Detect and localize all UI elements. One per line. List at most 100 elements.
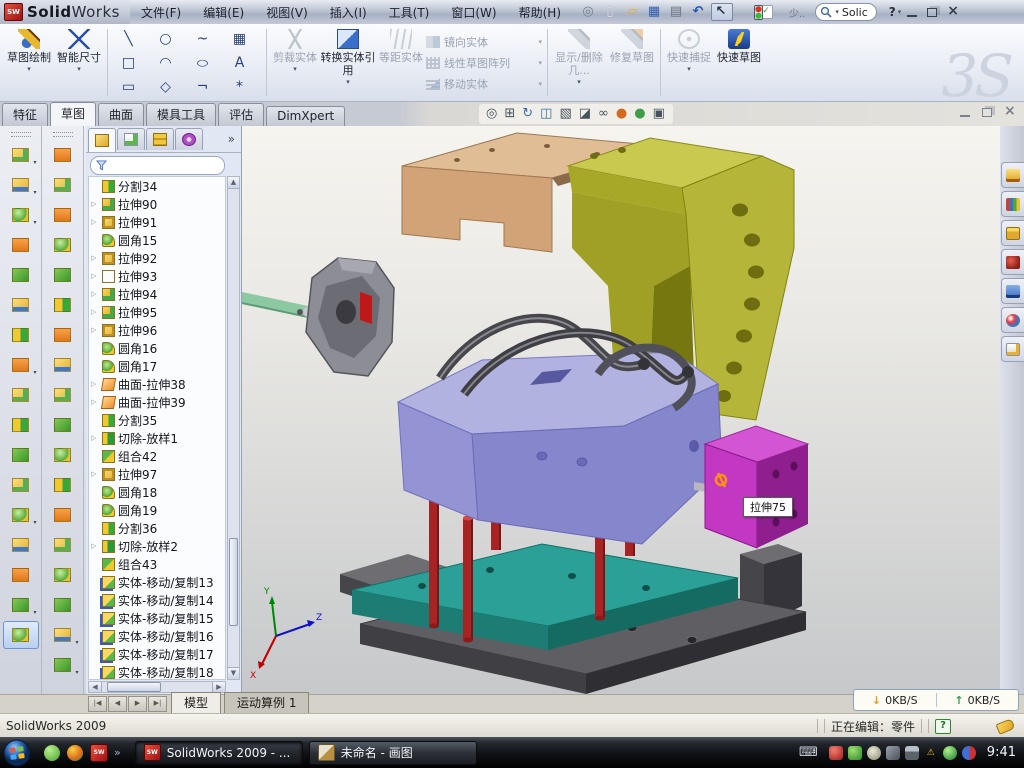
expand-arrow-icon[interactable] <box>91 542 99 550</box>
feature-tree-item[interactable]: 拉伸92 <box>89 249 225 267</box>
swept-boss-tool-icon[interactable]: ▾ <box>45 141 81 169</box>
zoom-fit-icon[interactable]: ◎ <box>483 107 501 121</box>
expand-arrow-icon[interactable] <box>91 380 99 388</box>
trim-caret[interactable]: ▾ <box>293 65 297 73</box>
sketch-fillet-icon[interactable]: ¬ <box>185 75 222 99</box>
lofted-boss-tool-icon[interactable]: ▾ <box>45 231 81 259</box>
firewall-shield-icon[interactable] <box>848 746 862 760</box>
rebuild-traffic-light-icon[interactable] <box>754 5 763 20</box>
feature-tree-item[interactable]: 拉伸94 <box>89 285 225 303</box>
feature-tree-item[interactable]: 切除-放样1 <box>89 429 225 447</box>
planar-surface-tool-icon[interactable]: ▾ <box>45 321 81 349</box>
next-tab-button[interactable] <box>128 696 147 712</box>
expand-arrow-icon[interactable] <box>91 434 99 442</box>
combine-tool-icon[interactable]: ▾ <box>3 441 39 469</box>
feature-tree-item[interactable]: 实体-移动/复制18 <box>89 663 225 680</box>
polygon-icon[interactable]: ◇ <box>148 75 185 99</box>
scroll-left-arrow[interactable] <box>89 682 102 692</box>
dome-tool-icon[interactable]: ▾ <box>45 591 81 619</box>
configurationmanager-tab[interactable] <box>146 128 174 150</box>
model-slider-block[interactable] <box>705 426 808 548</box>
help-button[interactable]: ? <box>889 5 896 19</box>
previous-tab-button[interactable] <box>108 696 127 712</box>
parting-surface-tool-icon[interactable]: ▾ <box>45 441 81 469</box>
feature-tree-item[interactable]: 圆角19 <box>89 501 225 519</box>
rapid-sketch-button[interactable]: 快速草图 <box>714 24 764 101</box>
feature-tree-item[interactable]: 拉伸93 <box>89 267 225 285</box>
feature-tree-item[interactable]: 分割35 <box>89 411 225 429</box>
scroll-down-arrow[interactable] <box>228 667 239 679</box>
revolved-boss-tool-icon[interactable]: ▾ <box>45 171 81 199</box>
open-folder-icon[interactable]: ▱ <box>623 4 643 20</box>
feature-tree-item[interactable]: 圆角16 <box>89 339 225 357</box>
tree-filter-box[interactable] <box>90 156 225 175</box>
tree-vertical-scrollbar[interactable] <box>227 176 240 680</box>
menu-item[interactable]: 插入(I) <box>319 1 378 24</box>
solidworks-quick-icon[interactable]: SW <box>90 744 108 762</box>
menu-item[interactable]: 窗口(W) <box>440 1 507 24</box>
display-delete-caret[interactable]: ▾ <box>577 78 581 86</box>
expand-arrow-icon[interactable] <box>91 218 99 226</box>
undo-icon[interactable]: ↶ <box>689 4 709 20</box>
sketch-text-icon[interactable]: A <box>222 51 259 75</box>
command-tab[interactable]: 草图 <box>50 102 96 126</box>
tag-icon[interactable] <box>996 718 1016 735</box>
feature-tree-item[interactable]: 曲面-拉伸39 <box>89 393 225 411</box>
menu-item[interactable]: 视图(V) <box>255 1 319 24</box>
search-box[interactable]: ▾ Solic <box>815 3 876 21</box>
smart-dimension-button[interactable]: 智能尺寸 ▾ <box>54 24 104 101</box>
line-icon[interactable]: ╲ <box>111 27 148 51</box>
rib-tool-icon[interactable]: ▾ <box>3 381 39 409</box>
scroll-right-arrow[interactable] <box>212 682 225 692</box>
expand-arrow-icon[interactable] <box>91 308 99 316</box>
apply-scene-icon[interactable]: ● <box>631 107 649 121</box>
trim-entities-button[interactable]: 剪裁实体 ▾ <box>270 24 320 101</box>
edit-appearance-icon[interactable]: ● <box>613 107 631 121</box>
feature-tree-item[interactable]: 拉伸96 <box>89 321 225 339</box>
panel-expand-chevron[interactable]: » <box>228 132 235 146</box>
offset-surface-tool-icon[interactable]: ▾ <box>45 381 81 409</box>
antivirus-shield-icon[interactable] <box>829 746 843 760</box>
linear-pattern-tool-icon[interactable]: ▾ <box>3 351 39 379</box>
boss-extrude-tool-icon[interactable]: ▾ <box>3 141 39 169</box>
file-explorer-tab-icon[interactable] <box>1001 220 1024 246</box>
custom-properties-tab-icon[interactable] <box>1001 336 1024 362</box>
feature-tree-item[interactable]: 圆角17 <box>89 357 225 375</box>
feature-tree-item[interactable]: 实体-移动/复制14 <box>89 591 225 609</box>
arc-icon[interactable]: ◠ <box>148 51 185 75</box>
point-icon[interactable]: * <box>222 75 259 99</box>
start-button[interactable] <box>0 738 34 768</box>
menu-item[interactable]: 编辑(E) <box>192 1 255 24</box>
selection-box-icon[interactable]: ▦ <box>222 27 259 51</box>
spline-icon[interactable]: ~ <box>185 27 222 51</box>
expand-arrow-icon[interactable] <box>91 398 99 406</box>
expand-arrow-icon[interactable] <box>91 470 99 478</box>
help-caret[interactable]: ▾ <box>898 8 902 16</box>
search-scope-caret[interactable]: ▾ <box>835 8 839 16</box>
feature-tree-item[interactable]: 分割34 <box>89 177 225 195</box>
rotate-view-icon[interactable]: ↻ <box>519 107 537 121</box>
command-tab[interactable]: DimXpert <box>266 106 345 126</box>
feature-tree-item[interactable]: 分割36 <box>89 519 225 537</box>
quick-snaps-button[interactable]: 快速捕捉 ▾ <box>664 24 714 101</box>
command-tab[interactable]: 特征 <box>2 103 48 126</box>
doc-restore-button[interactable] <box>980 106 994 118</box>
view-palette-tab-icon[interactable] <box>1001 278 1024 304</box>
restore-button[interactable] <box>925 6 939 18</box>
toolbar-overflow-label[interactable]: 少.. <box>789 5 805 20</box>
display-style-icon[interactable]: ◪ <box>576 107 595 121</box>
feature-tree-item[interactable]: 切除-放样2 <box>89 537 225 555</box>
split-tool-icon[interactable]: ▾ <box>3 411 39 439</box>
extruded-cut-tool-icon[interactable]: ▾ <box>3 171 39 199</box>
expand-arrow-icon[interactable] <box>91 254 99 262</box>
linear-sketch-pattern-icon[interactable]: 线性草图阵列 ▾ <box>426 54 544 72</box>
boundary-boss-tool-icon[interactable]: ▾ <box>45 261 81 289</box>
feature-tree-item[interactable]: 曲面-拉伸38 <box>89 375 225 393</box>
doc-minimize-button[interactable] <box>958 106 972 118</box>
smart-dimension-caret[interactable]: ▾ <box>77 65 81 73</box>
sketch-button[interactable]: 草图绘制 ▾ <box>4 24 54 101</box>
feature-tree-item[interactable]: 圆角15 <box>89 231 225 249</box>
network-status-icon[interactable] <box>905 746 919 760</box>
rebuild-traffic-light-icon[interactable] <box>735 11 755 13</box>
graphics-viewport[interactable]: Y Z X 拉伸75 <box>242 126 1000 694</box>
